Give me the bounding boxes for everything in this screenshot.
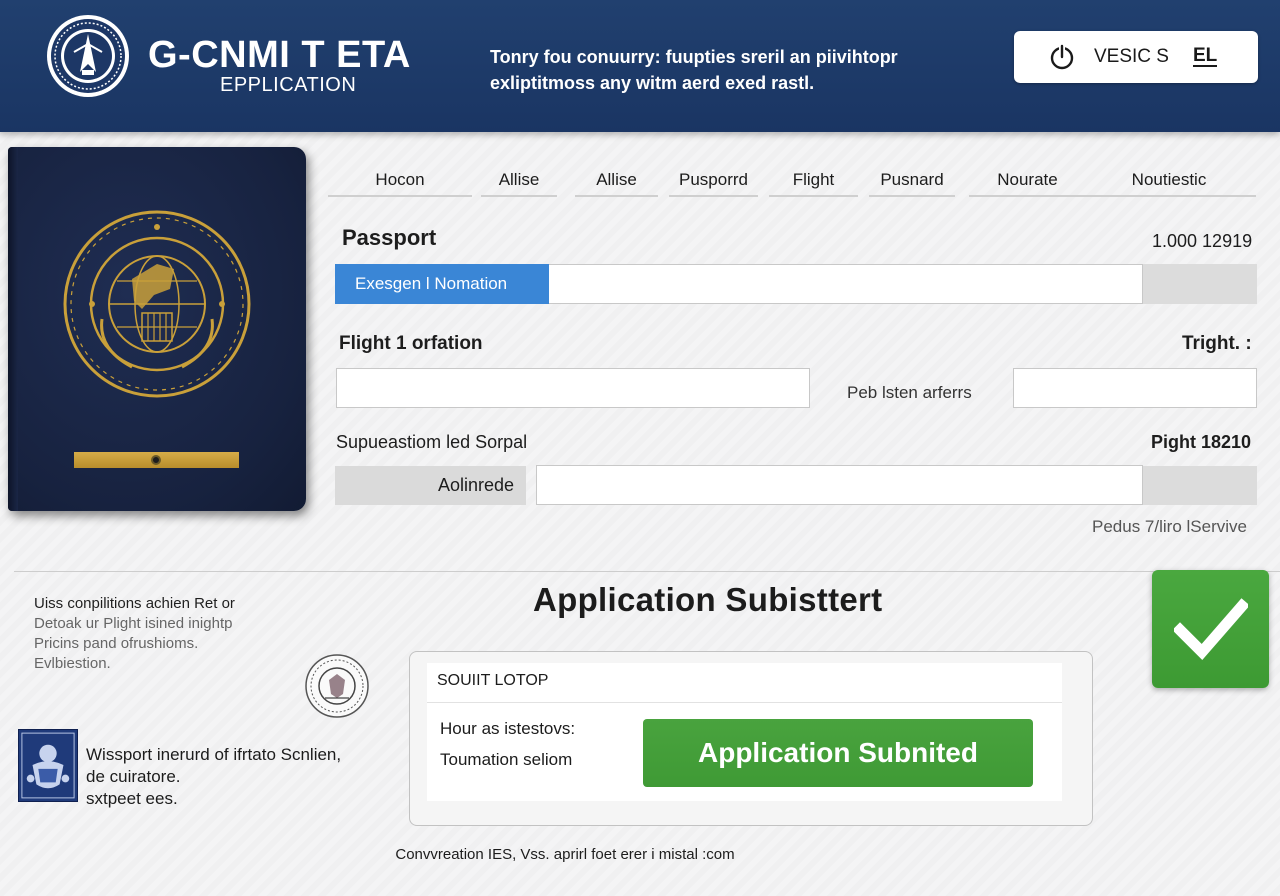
app-title: G-CNMI T ETA [148,34,411,76]
tab-allise-2[interactable]: Allise [575,163,658,197]
flight-number-input[interactable] [336,368,810,408]
supplement-field-label: Aolinrede [335,466,526,505]
passport-notes-line-1: Wissport inerurd of ifrtato Scnlien, [86,745,342,764]
coat-of-arms-icon [18,729,78,802]
passport-notes: Wissport inerurd of ifrtato Scnlien, de … [86,744,341,810]
tab-flight[interactable]: Flight [769,163,858,197]
power-icon [1050,44,1074,70]
notes-line-2: Detoak ur Plight isined inightp [34,615,233,632]
section-divider [14,571,1280,572]
app-header: G-CNMI T ETA EPPLICATION Tonry fou conuu… [0,0,1280,132]
flight-date-input[interactable] [1013,368,1257,408]
supplement-input-addon [1143,466,1257,505]
notes-line-4: Evlbiestion. [34,655,111,672]
conditions-notes: Uiss conpilitions achien Ret or Detoak u… [34,594,294,674]
chip-dot-icon [151,455,161,465]
tab-pusnard[interactable]: Pusnard [869,163,955,197]
summary-card-header: SOUIIT LOTOP [427,663,1062,703]
tab-allise-1[interactable]: Allise [481,163,557,197]
tab-hocon[interactable]: Hocon [328,163,472,197]
header-notice: Tonry fou conuurry: fuupties sreril an p… [490,44,950,96]
passport-section-title: Passport [342,225,437,250]
passport-notes-line-2: de cuiratore. [86,767,181,786]
notes-line-3: Pricins pand ofrushioms. [34,635,199,652]
passport-image [8,147,306,511]
status-title: Application Subisttert [533,581,883,618]
page-footer: Convvreation IES, Vss. aprirl foet erer … [0,846,1280,863]
version-button[interactable]: VESIC S EL [1014,31,1258,83]
flight-right-label: Tright. : [1182,333,1252,354]
passport-spine [8,147,18,511]
passport-emblem-icon [63,210,251,398]
flight-middle-label: Peb lsten arferrs [847,383,972,402]
passport-notes-line-3: sxtpeet ees. [86,789,178,808]
header-notice-line-1: Tonry fou conuurry: fuupties sreril an p… [490,47,898,67]
app-subtitle: EPPLICATION [220,74,357,96]
tab-nourate[interactable]: Nourate [969,163,1086,197]
version-code: EL [1192,45,1218,67]
summary-row-2-label: Toumation seliom [440,750,573,769]
header-notice-line-2: exliptitmoss any witm aerd exed rastl. [490,73,815,93]
application-submitted-button[interactable]: Application Subnited [643,719,1033,787]
tab-passport[interactable]: Pusporrd [669,163,758,197]
tab-noutiestic[interactable]: Noutiestic [1082,163,1256,197]
supplement-input[interactable] [536,465,1143,505]
passport-number: 1.000 12919 [1152,231,1253,251]
passport-field-prefix[interactable]: Exesgen l Nomation [335,264,549,304]
tab-bar: Hocon Allise Allise Pusporrd Flight Pusn… [328,163,1256,197]
flight-section-title: Flight 1 orfation [339,333,483,354]
passport-chip [74,452,239,468]
summary-row-1-label: Hour as istestovs: [440,719,576,738]
small-seal-icon [305,654,369,718]
footer-text: Convvreation IES, Vss. aprirl foet erer … [395,846,735,863]
version-label: VESIC S [1094,46,1169,67]
success-check-icon [1152,570,1269,688]
supplement-section-title: Supueastiom led Sorpal [336,432,528,452]
seal-logo-icon [47,15,129,97]
supplement-right-label: Pight 18210 [1151,432,1252,452]
service-link[interactable]: Pedus 7/liro lServive [1092,517,1247,537]
passport-input-addon [1143,264,1257,304]
notes-line-1: Uiss conpilitions achien Ret or [34,595,235,612]
